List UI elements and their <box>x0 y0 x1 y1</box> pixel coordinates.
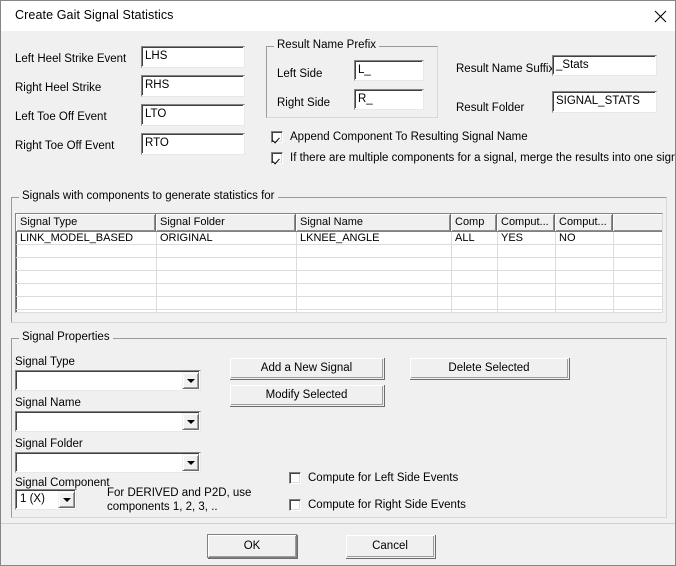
cell-compute-left: YES <box>501 232 524 244</box>
signal-type-dropdown[interactable] <box>15 370 201 391</box>
column-header-compute-right[interactable]: Comput... <box>555 214 613 231</box>
checkbox-box-icon <box>289 499 301 511</box>
signal-properties-title: Signal Properties <box>19 331 113 343</box>
chevron-down-icon[interactable] <box>182 372 199 389</box>
signal-name-dropdown[interactable] <box>15 411 201 432</box>
right-heel-strike-input[interactable]: RHS <box>141 75 245 97</box>
window-title: Create Gait Signal Statistics <box>15 8 174 22</box>
close-icon[interactable] <box>646 1 675 31</box>
left-heel-strike-event-input[interactable]: LHS <box>141 46 245 68</box>
checkbox-checkmark-icon <box>271 152 283 164</box>
right-side-label: Right Side <box>277 97 331 109</box>
column-header-signal-name[interactable]: Signal Name <box>296 214 451 231</box>
left-toe-off-event-input[interactable]: LTO <box>141 104 245 126</box>
cell-compute-right: NO <box>559 232 576 244</box>
left-heel-strike-event-label: Left Heel Strike Event <box>15 53 127 65</box>
left-toe-off-event-label: Left Toe Off Event <box>15 111 107 123</box>
table-row-empty[interactable] <box>16 297 662 310</box>
column-header-comp[interactable]: Comp <box>451 214 497 231</box>
compute-right-side-events-checkbox[interactable]: Compute for Right Side Events <box>289 498 466 512</box>
signal-folder-label: Signal Folder <box>15 438 83 450</box>
title-bar: Create Gait Signal Statistics <box>1 1 675 31</box>
result-name-suffix-input[interactable]: _Stats <box>552 55 657 76</box>
signal-component-label: Signal Component <box>15 477 110 489</box>
result-folder-label: Result Folder <box>456 102 525 114</box>
column-header-signal-type[interactable]: Signal Type <box>16 214 156 231</box>
modify-selected-button[interactable]: Modify Selected <box>229 384 384 406</box>
column-header-signal-folder[interactable]: Signal Folder <box>156 214 296 231</box>
signals-group-title: Signals with components to generate stat… <box>19 190 278 202</box>
checkbox-checkmark-icon <box>271 131 283 143</box>
signal-type-label: Signal Type <box>15 356 75 368</box>
right-toe-off-event-label: Right Toe Off Event <box>15 140 115 152</box>
cell-signal-folder: ORIGINAL <box>160 232 213 244</box>
table-row-empty[interactable] <box>16 271 662 284</box>
signals-table[interactable]: Signal Type Signal Folder Signal Name Co… <box>15 213 663 313</box>
merge-components-label: If there are multiple components for a s… <box>290 152 676 164</box>
compute-right-side-events-label: Compute for Right Side Events <box>308 499 466 511</box>
table-row-empty[interactable] <box>16 258 662 271</box>
footer-divider <box>1 523 675 524</box>
column-header-compute-left[interactable]: Comput... <box>497 214 555 231</box>
table-row-empty[interactable] <box>16 284 662 297</box>
delete-selected-button[interactable]: Delete Selected <box>409 357 569 379</box>
signal-folder-dropdown[interactable] <box>15 452 201 473</box>
ok-button[interactable]: OK <box>207 534 297 558</box>
right-heel-strike-label: Right Heel Strike <box>15 82 102 94</box>
result-name-suffix-label: Result Name Suffix <box>456 63 555 75</box>
result-name-prefix-title: Result Name Prefix <box>274 39 380 51</box>
cell-signal-name: LKNEE_ANGLE <box>300 232 380 244</box>
chevron-down-icon[interactable] <box>58 491 75 508</box>
cancel-button[interactable]: Cancel <box>345 534 435 558</box>
left-side-label: Left Side <box>277 68 323 80</box>
append-component-label: Append Component To Resulting Signal Nam… <box>290 131 528 143</box>
compute-left-side-events-label: Compute for Left Side Events <box>308 472 459 484</box>
table-row-empty[interactable] <box>16 245 662 258</box>
chevron-down-icon[interactable] <box>182 454 199 471</box>
component-hint-line2: components 1, 2, 3, .. <box>107 501 218 513</box>
chevron-down-icon[interactable] <box>182 413 199 430</box>
signal-name-label: Signal Name <box>15 397 81 409</box>
compute-left-side-events-checkbox[interactable]: Compute for Left Side Events <box>289 471 458 485</box>
cell-comp: ALL <box>455 232 475 244</box>
table-row-empty[interactable] <box>16 310 662 312</box>
signals-table-header: Signal Type Signal Folder Signal Name Co… <box>16 214 662 232</box>
create-gait-signal-statistics-dialog: Create Gait Signal Statistics Left Heel … <box>0 0 676 566</box>
right-toe-off-event-input[interactable]: RTO <box>141 133 245 155</box>
add-new-signal-button[interactable]: Add a New Signal <box>229 357 384 379</box>
merge-components-checkbox[interactable]: If there are multiple components for a s… <box>271 151 676 165</box>
component-hint-line1: For DERIVED and P2D, use <box>107 487 252 499</box>
result-folder-input[interactable]: SIGNAL_STATS <box>552 91 657 113</box>
table-row[interactable]: LINK_MODEL_BASED ORIGINAL LKNEE_ANGLE AL… <box>16 232 662 245</box>
right-side-prefix-input[interactable]: R_ <box>354 89 424 110</box>
left-side-prefix-input[interactable]: L_ <box>354 60 424 81</box>
signal-component-dropdown[interactable]: 1 (X) <box>15 489 77 510</box>
signal-component-value: 1 (X) <box>20 493 45 505</box>
column-header-blank[interactable] <box>613 214 662 231</box>
append-component-checkbox[interactable]: Append Component To Resulting Signal Nam… <box>271 130 528 144</box>
cell-signal-type: LINK_MODEL_BASED <box>20 232 134 244</box>
checkbox-box-icon <box>289 472 301 484</box>
